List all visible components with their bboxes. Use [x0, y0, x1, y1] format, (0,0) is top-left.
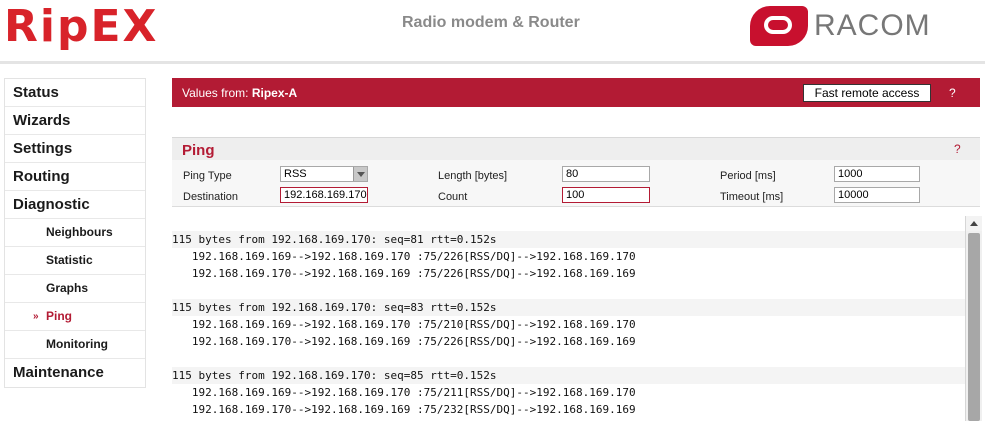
- ping-type-value: RSS: [284, 168, 307, 180]
- length-label: Length [bytes]: [438, 170, 508, 182]
- active-arrow-icon: »: [33, 311, 39, 322]
- output-line: 192.168.169.169-->192.168.169.170 :75/21…: [172, 386, 636, 399]
- output-line: 192.168.169.170-->192.168.169.169 :75/22…: [172, 267, 636, 280]
- output-line: 115 bytes from 192.168.169.170: seq=81 r…: [172, 231, 965, 248]
- timeout-label: Timeout [ms]: [720, 191, 784, 203]
- sidebar-item-statistic[interactable]: Statistic: [5, 247, 145, 275]
- sidebar-item-wizards[interactable]: Wizards: [5, 107, 145, 135]
- racom-mark-icon: [750, 6, 808, 46]
- sidebar-item-maintenance[interactable]: Maintenance: [5, 359, 145, 387]
- destination-input[interactable]: 192.168.169.170: [280, 187, 368, 203]
- timeout-input[interactable]: 10000: [834, 187, 920, 203]
- sidebar-item-settings[interactable]: Settings: [5, 135, 145, 163]
- ping-settings: Ping Type RSS Destination 192.168.169.17…: [172, 160, 980, 207]
- values-from-label: Values from: Ripex-A: [182, 86, 297, 100]
- length-input[interactable]: 80: [562, 166, 650, 182]
- sidebar-item-status[interactable]: Status: [5, 79, 145, 107]
- scroll-up-icon[interactable]: [966, 216, 982, 231]
- output-line: 115 bytes from 192.168.169.170: seq=85 r…: [172, 367, 965, 384]
- dropdown-arrow-icon[interactable]: [353, 167, 367, 181]
- sidebar-item-ping[interactable]: » Ping: [5, 303, 145, 331]
- sidebar-menu: Status Wizards Settings Routing Diagnost…: [4, 78, 146, 388]
- output-line: 192.168.169.169-->192.168.169.170 :75/21…: [172, 318, 636, 331]
- destination-label: Destination: [183, 191, 239, 203]
- ping-title-bar: Ping ?: [172, 138, 980, 160]
- period-input[interactable]: 1000: [834, 166, 920, 182]
- sidebar-item-neighbours[interactable]: Neighbours: [5, 219, 145, 247]
- ping-title: Ping: [182, 142, 215, 159]
- help-icon[interactable]: ?: [949, 86, 956, 100]
- ping-panel: Ping ? Ping Type RSS Destination 192.168…: [172, 137, 980, 207]
- output-line: 192.168.169.169-->192.168.169.170 :75/22…: [172, 250, 636, 263]
- sidebar-item-monitoring[interactable]: Monitoring: [5, 331, 145, 359]
- sidebar-item-label: Ping: [46, 309, 72, 323]
- page-header: RipEX Radio modem & Router RACOM: [0, 0, 985, 60]
- page-title: Radio modem & Router: [402, 14, 580, 31]
- scrollbar-thumb[interactable]: [968, 233, 980, 421]
- station-name: Ripex-A: [251, 86, 298, 100]
- ping-type-select[interactable]: RSS: [280, 166, 368, 182]
- sidebar-item-diagnostic[interactable]: Diagnostic: [5, 191, 145, 219]
- header-divider: [0, 61, 985, 64]
- output-line: 192.168.169.170-->192.168.169.169 :75/23…: [172, 403, 636, 416]
- sidebar-item-routing[interactable]: Routing: [5, 163, 145, 191]
- output-scrollbar[interactable]: [965, 216, 982, 421]
- racom-logo: RACOM: [750, 4, 931, 48]
- period-label: Period [ms]: [720, 170, 776, 182]
- output-line: 192.168.169.170-->192.168.169.169 :75/22…: [172, 335, 636, 348]
- values-from-prefix: Values from:: [182, 86, 252, 100]
- count-label: Count: [438, 191, 468, 203]
- racom-logo-text: RACOM: [814, 9, 931, 42]
- ping-output: 115 bytes from 192.168.169.170: seq=81 r…: [172, 216, 965, 421]
- output-line: 115 bytes from 192.168.169.170: seq=83 r…: [172, 299, 965, 316]
- count-input[interactable]: 100: [562, 187, 650, 203]
- sidebar-item-graphs[interactable]: Graphs: [5, 275, 145, 303]
- ping-type-label: Ping Type: [183, 170, 232, 182]
- fast-remote-access-button[interactable]: Fast remote access: [803, 84, 931, 102]
- ripex-logo: RipEX: [4, 1, 159, 52]
- values-from-bar: Values from: Ripex-A Fast remote access …: [172, 78, 980, 107]
- ping-help-icon[interactable]: ?: [954, 142, 961, 156]
